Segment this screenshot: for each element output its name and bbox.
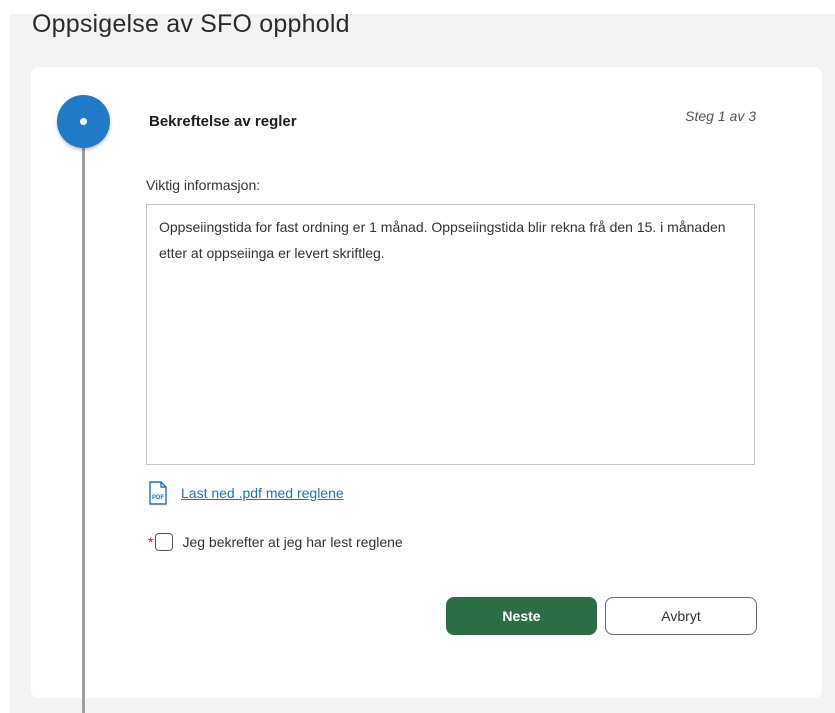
page-title: Oppsigelse av SFO opphold [32,10,350,38]
pdf-icon-text: PDF [152,495,164,501]
info-textbox[interactable]: Oppseiingstida for fast ordning er 1 mån… [146,204,755,465]
step-indicator-active [57,95,110,148]
next-button[interactable]: Neste [446,597,597,635]
pdf-icon[interactable]: PDF [148,481,168,505]
step-title: Bekreftelse av regler [149,113,297,130]
confirm-checkbox[interactable] [155,533,174,551]
cancel-button[interactable]: Avbryt [605,597,757,635]
confirm-label[interactable]: Jeg bekrefter at jeg har lest reglene [182,534,402,550]
pdf-download-row: PDF Last ned .pdf med reglene [148,481,344,505]
required-marker: * [148,534,154,550]
download-pdf-link[interactable]: Last ned .pdf med reglene [181,485,344,501]
step-counter: Steg 1 av 3 [685,108,756,124]
stepper-line [82,140,85,713]
step-active-dot-icon [80,118,87,125]
confirm-row: * Jeg bekrefter at jeg har lest reglene [148,533,403,551]
info-label: Viktig informasjon: [146,177,261,193]
